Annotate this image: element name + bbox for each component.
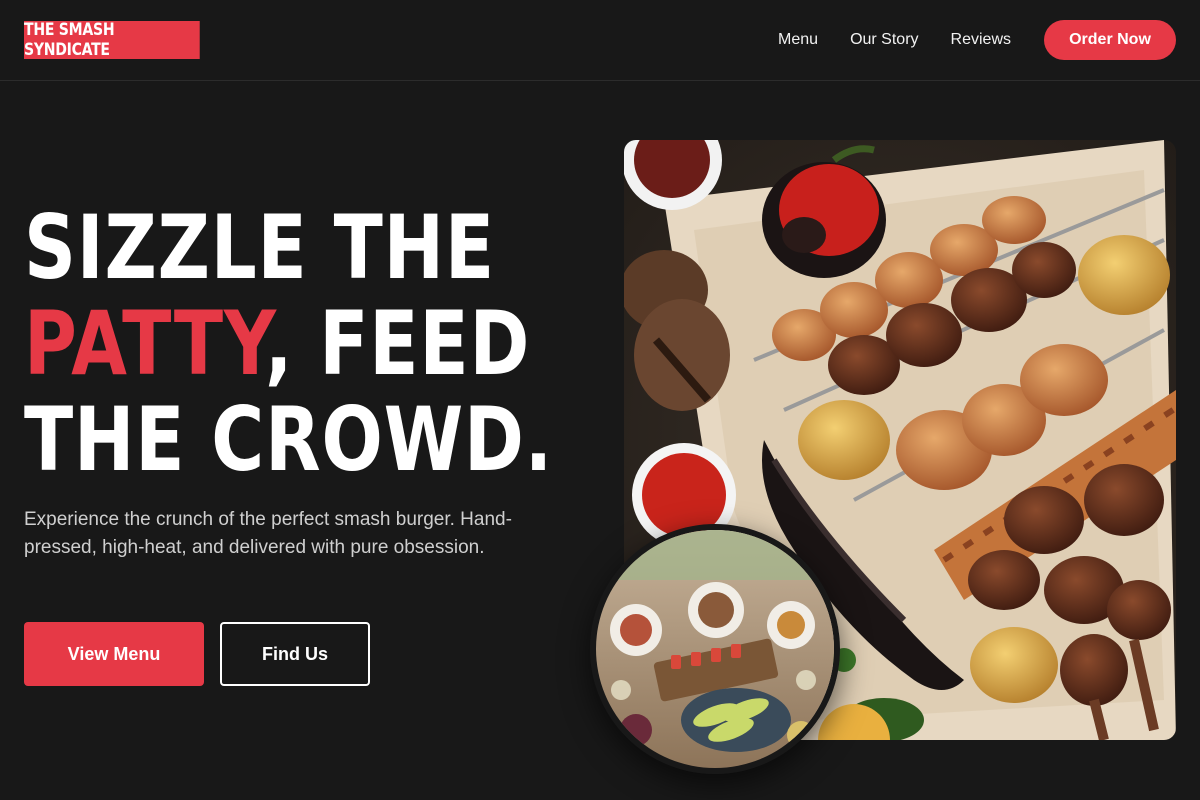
- brand-logo[interactable]: THE SMASH SYNDICATE: [24, 20, 200, 60]
- view-menu-button[interactable]: View Menu: [24, 622, 204, 686]
- headline-line-2-rest: , FEED: [265, 292, 531, 395]
- dining-table-spread-photo: [590, 524, 840, 774]
- headline-line-1: SIZZLE THE: [24, 196, 495, 299]
- site-header: THE SMASH SYNDICATE Menu Our Story Revie…: [0, 0, 1200, 81]
- main-nav: Menu Our Story Reviews Order Now: [778, 20, 1176, 60]
- find-us-button[interactable]: Find Us: [220, 622, 370, 686]
- headline-highlight: PATTY: [24, 292, 266, 395]
- headline-line-2: PATTY, FEED: [24, 296, 553, 392]
- hero-subtext: Experience the crunch of the perfect sma…: [24, 509, 512, 558]
- nav-link-reviews[interactable]: Reviews: [951, 31, 1011, 49]
- hero-headline: SIZZLE THE PATTY, FEED THE CROWD.: [24, 200, 553, 488]
- nav-link-menu[interactable]: Menu: [778, 31, 818, 49]
- nav-link-our-story[interactable]: Our Story: [850, 31, 918, 49]
- headline-line-3: THE CROWD.: [24, 388, 554, 491]
- order-now-button[interactable]: Order Now: [1044, 20, 1176, 60]
